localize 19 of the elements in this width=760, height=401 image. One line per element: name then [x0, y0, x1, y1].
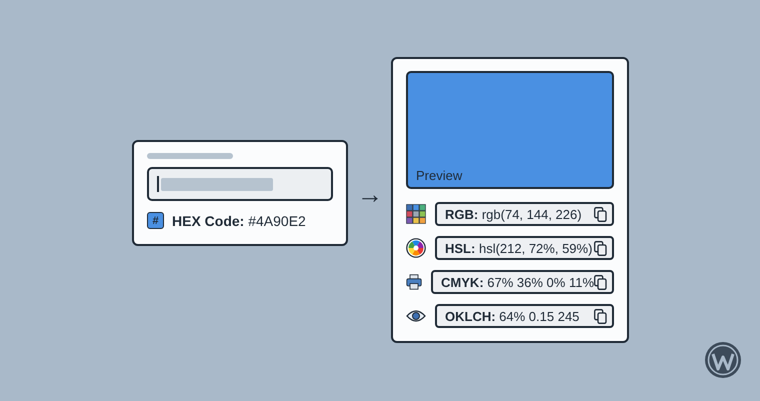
format-value-field: HSL: hsl(212, 72%, 59%) [435, 236, 614, 260]
hex-input-field[interactable] [147, 167, 333, 201]
hex-code-text: HEX Code: #4A90E2 [172, 212, 306, 228]
text-cursor [157, 176, 159, 192]
preview-label: Preview [416, 168, 462, 183]
copy-icon[interactable] [594, 274, 607, 290]
color-wheel-icon [406, 238, 426, 258]
arrow: → [357, 184, 383, 204]
printer-icon [406, 272, 422, 292]
copy-icon[interactable] [594, 240, 607, 256]
color-grid-icon [406, 204, 426, 224]
format-value-field: CMYK: 67% 36% 0% 11% [431, 270, 614, 294]
hash-badge: # [147, 212, 164, 229]
eye-icon [406, 309, 426, 323]
copy-icon[interactable] [594, 206, 607, 222]
logo-icon [704, 341, 742, 379]
format-value-field: OKLCH: 64% 0.15 245 [435, 304, 614, 328]
format-value-field: RGB: rgb(74, 144, 226) [435, 202, 614, 226]
copy-icon[interactable] [594, 308, 607, 324]
